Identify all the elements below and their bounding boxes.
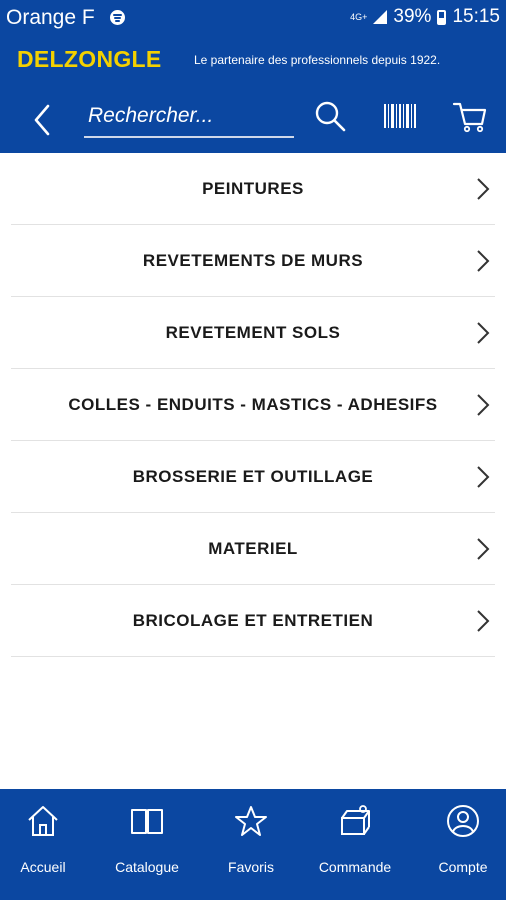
tab-label: Commande [318,859,392,875]
tab-compte[interactable]: Compte [413,789,506,900]
battery-icon [437,9,447,25]
category-label: COLLES - ENDUITS - MASTICS - ADHESIFS [68,395,438,414]
tab-catalogue[interactable]: Catalogue [97,789,197,900]
category-item-colles[interactable]: COLLES - ENDUITS - MASTICS - ADHESIFS [11,369,495,441]
category-item-peintures[interactable]: PEINTURES [11,153,495,225]
chevron-right-icon [477,466,490,488]
carrier-name: Orange F [6,6,95,29]
category-label: PEINTURES [202,179,304,198]
app-header: Orange F 4G+ 39% 15:15 DELZONGLE Le part… [0,0,506,153]
tab-accueil[interactable]: Accueil [0,789,93,900]
account-icon [447,805,479,837]
tab-commande[interactable]: Commande [305,789,405,900]
tab-label: Catalogue [115,859,179,875]
chevron-right-icon [477,322,490,344]
category-label: REVETEMENTS DE MURS [142,251,364,270]
star-icon [235,806,267,836]
category-label: BROSSERIE ET OUTILLAGE [132,467,374,486]
signal-icon [373,10,388,24]
chevron-right-icon [477,178,490,200]
category-label: REVETEMENT SOLS [165,323,341,342]
barcode-icon[interactable] [382,98,418,134]
category-item-brosserie[interactable]: BROSSERIE ET OUTILLAGE [11,441,495,513]
search-icon[interactable] [312,98,348,134]
category-item-revetement-sols[interactable]: REVETEMENT SOLS [11,297,495,369]
brand-logo: DELZONGLE [17,46,162,72]
battery-percent: 39% [393,6,432,27]
network-type: 4G+ [350,11,368,22]
search-field [84,96,294,138]
status-bar: Orange F 4G+ 39% 15:15 [0,0,506,36]
home-icon [28,806,58,836]
back-chevron-icon[interactable] [26,100,66,140]
brand-bar: DELZONGLE Le partenaire des professionne… [0,44,506,78]
category-item-materiel[interactable]: MATERIEL [11,513,495,585]
clock: 15:15 [452,6,500,27]
brand-tagline: Le partenaire des professionnels depuis … [194,53,441,67]
tab-label: Favoris [228,859,274,875]
status-indicators: 4G+ 39% 15:15 [350,6,500,28]
order-icon [341,805,370,835]
category-item-bricolage[interactable]: BRICOLAGE ET ENTRETIEN [11,585,495,657]
category-label: BRICOLAGE ET ENTRETIEN [132,611,374,630]
category-list: PEINTURES REVETEMENTS DE MURS REVETEMENT… [11,153,495,657]
tab-label: Accueil [20,859,66,875]
tab-favoris[interactable]: Favoris [201,789,301,900]
cart-icon[interactable] [452,98,488,134]
chevron-right-icon [477,394,490,416]
spotify-icon [110,10,125,25]
search-input[interactable] [84,96,288,136]
book-icon [131,809,163,834]
chevron-right-icon [477,250,490,272]
tab-label: Compte [438,859,488,875]
bottom-tab-bar: Accueil Catalogue Favoris Commande Compt… [0,789,506,900]
category-item-revetements-murs[interactable]: REVETEMENTS DE MURS [11,225,495,297]
chevron-right-icon [477,610,490,632]
chevron-right-icon [477,538,490,560]
category-label: MATERIEL [208,539,298,558]
nav-toolbar [0,90,506,150]
